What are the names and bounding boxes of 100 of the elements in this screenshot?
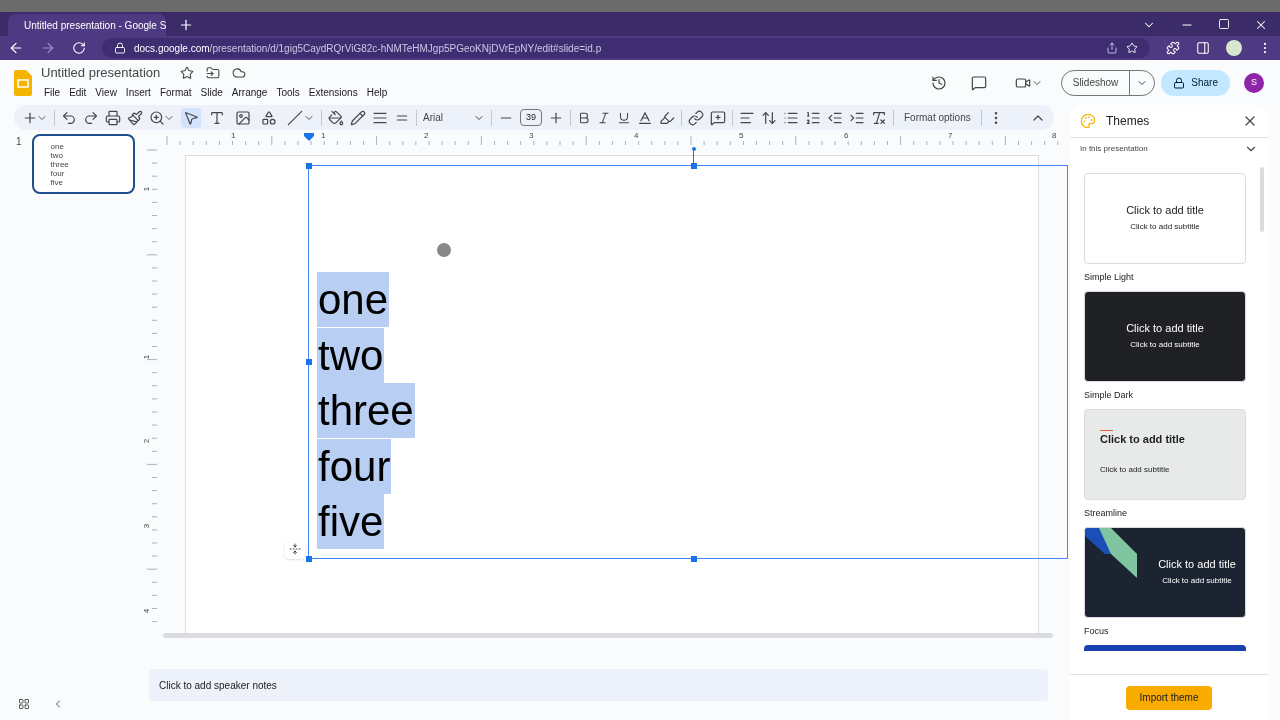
user-avatar[interactable]: S: [1244, 72, 1264, 93]
undo-icon[interactable]: [61, 109, 77, 126]
font-dropdown[interactable]: Arial: [423, 110, 485, 125]
menu-item[interactable]: Help: [362, 82, 392, 102]
thumbnail-text: two: [50, 151, 64, 160]
text-color-icon[interactable]: [637, 109, 653, 126]
slide-thumbnail[interactable]: one two three four five: [31, 134, 135, 194]
theme-name: Simple Light: [1084, 271, 1135, 284]
cloud-icon[interactable]: [232, 66, 247, 80]
theme-thumbnail[interactable]: Click to add title Click to add subtitle: [1084, 409, 1246, 500]
font-size-field[interactable]: 39: [520, 109, 542, 126]
menu-item[interactable]: Arrange: [227, 82, 272, 102]
clear-formatting-icon[interactable]: [871, 109, 887, 126]
bold-icon[interactable]: [577, 110, 591, 125]
speaker-notes-field[interactable]: Click to add speaker notes: [149, 669, 1048, 701]
panel-title: Themes: [1106, 113, 1151, 130]
ruler-number: 8: [1052, 130, 1057, 142]
theme-subtitle: Click to add subtitle: [1161, 575, 1233, 588]
resize-handle[interactable]: [306, 359, 312, 365]
theme-title: Click to add title: [1157, 557, 1237, 572]
ruler-number: 7: [948, 130, 953, 142]
underline-icon[interactable]: [617, 110, 631, 125]
profile-avatar[interactable]: [1226, 40, 1242, 56]
ruler-number: 1: [141, 186, 153, 192]
theme-thumbnail[interactable]: Click to add title Click to add subtitle: [1084, 291, 1246, 382]
paint-format-icon[interactable]: [127, 109, 143, 126]
ruler-number: 1: [231, 130, 236, 142]
text-box-selection[interactable]: [308, 165, 1068, 559]
resize-handle[interactable]: [691, 163, 697, 169]
theme-subtitle: Click to add subtitle: [1100, 464, 1171, 477]
move-folder-icon[interactable]: [206, 66, 221, 80]
horizontal-scrollbar[interactable]: [163, 633, 1053, 638]
resize-handle[interactable]: [306, 556, 312, 562]
accent-line: [1100, 430, 1113, 431]
extensions-icon[interactable]: [1166, 41, 1180, 55]
theme-subtitle: Click to add subtitle: [1129, 339, 1201, 352]
add-comment-icon[interactable]: [710, 109, 726, 126]
document-title[interactable]: Untitled presentation: [41, 63, 161, 83]
border-color-icon[interactable]: [350, 109, 366, 126]
share-icon[interactable]: [1106, 42, 1118, 54]
theme-title: Click to add title: [1125, 321, 1205, 336]
theme-name: Simple Dark: [1084, 389, 1134, 402]
print-icon[interactable]: [105, 109, 121, 126]
star-icon[interactable]: [180, 66, 195, 80]
link-icon[interactable]: [688, 109, 704, 126]
menu-item[interactable]: Format: [155, 82, 196, 102]
ruler-number: 2: [141, 438, 153, 444]
indent-marker-icon[interactable]: [304, 133, 314, 141]
theme-thumbnail[interactable]: Click to add title Click to add subtitle: [1084, 527, 1246, 618]
lock-icon: [114, 42, 126, 54]
redo-icon[interactable]: [83, 109, 99, 126]
menu-item[interactable]: Insert: [121, 82, 155, 102]
bookmark-star-icon[interactable]: [1126, 42, 1138, 54]
menu-item[interactable]: View: [91, 82, 121, 102]
menu-item[interactable]: Slide: [196, 82, 227, 102]
history-icon[interactable]: [930, 74, 947, 91]
close-icon[interactable]: [1254, 18, 1268, 32]
theme-thumbnail[interactable]: Click to add title Click to add subtitle: [1084, 173, 1246, 264]
new-tab-icon[interactable]: [178, 17, 194, 33]
url-text: docs.google.com/presentation/d/1gig5CaydRQrViG82c-hNMTeHMJgp5PGeoKNjDVrEpNY/edit#slide=id.p: [134, 41, 602, 56]
comments-icon[interactable]: [970, 74, 987, 91]
slides-logo-icon: [14, 69, 32, 96]
resize-handle[interactable]: [691, 556, 697, 562]
menu-item[interactable]: File: [40, 82, 65, 102]
resize-handle[interactable]: [306, 163, 312, 169]
back-icon[interactable]: [8, 40, 24, 56]
theme-title: Click to add title: [1100, 432, 1186, 447]
restore-icon[interactable]: [1218, 18, 1230, 30]
numbered-list-icon[interactable]: [805, 109, 821, 126]
forward-icon[interactable]: [40, 40, 56, 56]
menu-item[interactable]: Extensions: [304, 82, 362, 102]
ruler-number: 6: [844, 130, 849, 142]
thumbnail-text: one: [50, 142, 65, 151]
fill-color-icon[interactable]: [328, 109, 344, 126]
theme-name: Streamline: [1084, 507, 1129, 520]
import-theme-button[interactable]: Import theme: [1125, 685, 1213, 710]
theme-section-dropdown[interactable]: In this presentation: [1070, 137, 1268, 159]
italic-icon[interactable]: [597, 110, 611, 125]
highlight-icon[interactable]: [659, 109, 675, 126]
theme-thumbnail[interactable]: [1084, 645, 1246, 651]
share-button[interactable]: Share: [1161, 69, 1230, 96]
format-options-button[interactable]: Format options: [900, 110, 975, 125]
side-panel-icon[interactable]: [1196, 41, 1210, 55]
zoom-icon[interactable]: [149, 109, 165, 126]
reload-icon[interactable]: [72, 41, 86, 55]
autofit-button[interactable]: [285, 539, 305, 559]
menu-item[interactable]: Edit: [65, 82, 91, 102]
rotate-handle[interactable]: [692, 147, 696, 151]
browser-tab[interactable]: Untitled presentation - Google S: [8, 14, 166, 36]
select-tool-button[interactable]: [181, 107, 201, 128]
address-bar[interactable]: docs.google.com/presentation/d/1gig5CaydRQrViG82c-hNMTeHMJgp5PGeoKNjDVrEpNY/edit#slide=id.p: [102, 38, 1150, 58]
grid-view-icon[interactable]: [18, 698, 30, 710]
panel-scrollbar[interactable]: [1260, 167, 1264, 232]
menu-item[interactable]: Tools: [272, 82, 304, 102]
thumbnail-text: three: [50, 160, 70, 169]
line-spacing-icon[interactable]: [761, 109, 777, 126]
tab-title: Untitled presentation - Google S: [24, 18, 167, 33]
lock-icon: [1173, 76, 1186, 89]
theme-subtitle: Click to add subtitle: [1129, 221, 1201, 234]
thumbnail-text: four: [50, 169, 66, 178]
